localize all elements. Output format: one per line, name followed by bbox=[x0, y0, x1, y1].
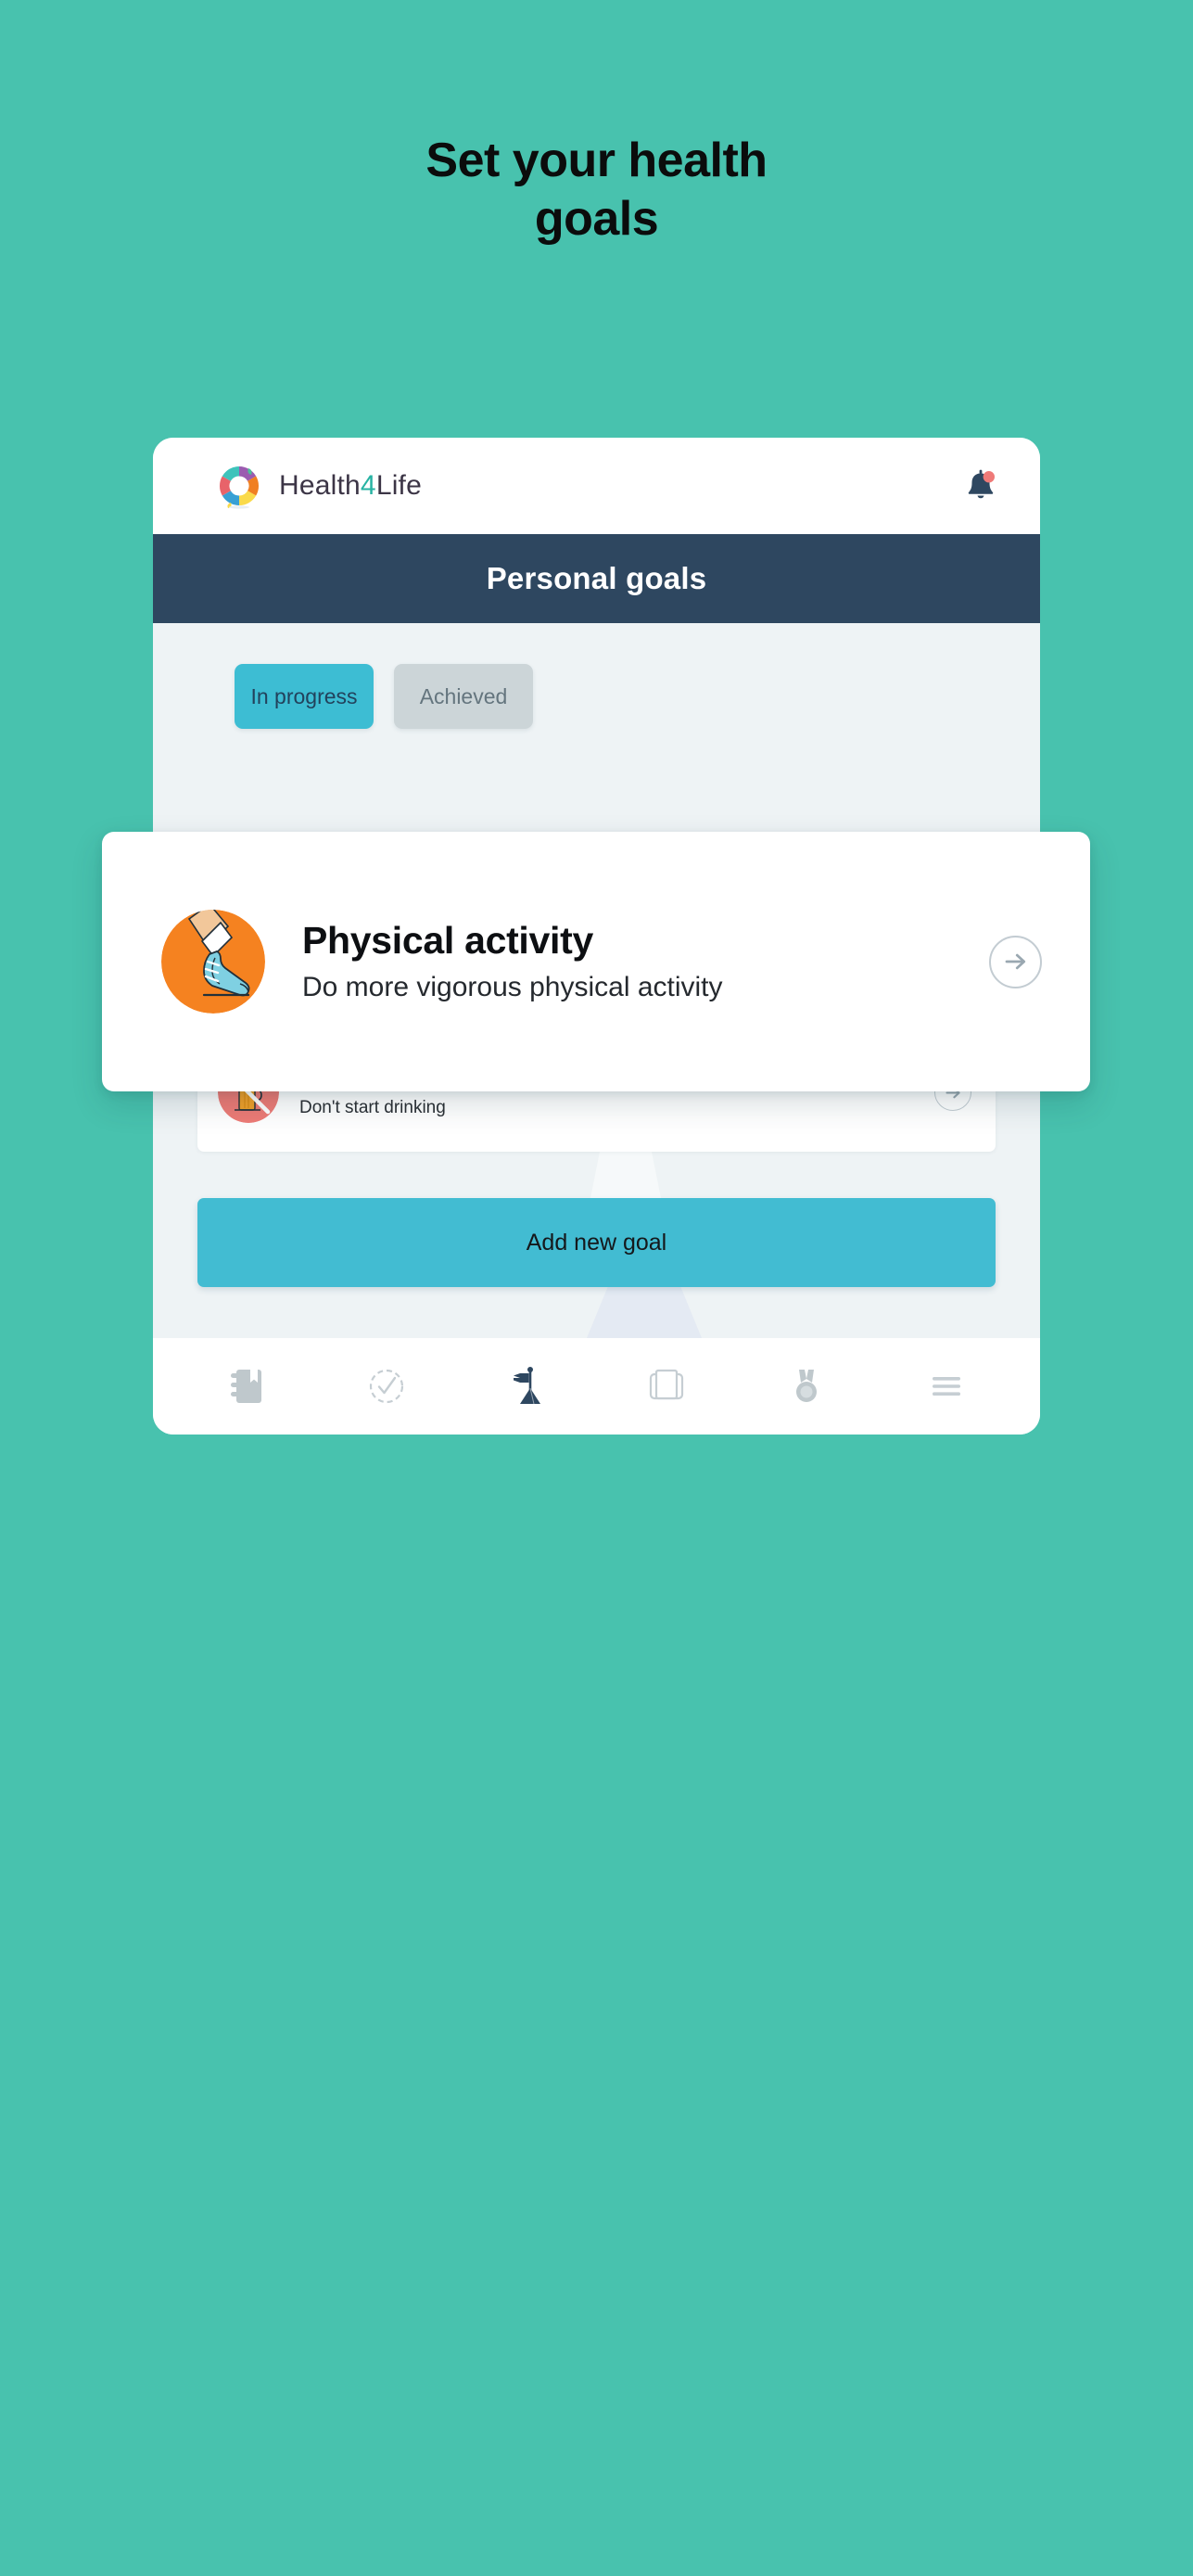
goal-card-physical-activity-text: Physical activity Do more vigorous physi… bbox=[302, 919, 989, 1003]
tab-in-progress-label: In progress bbox=[250, 683, 358, 708]
goal-card-alcohol-description: Don't start drinking bbox=[299, 1097, 446, 1117]
nav-item-tasks[interactable] bbox=[350, 1353, 423, 1420]
brand-name-accent: 4 bbox=[360, 470, 376, 501]
goal-card-physical-activity-description: Do more vigorous physical activity bbox=[302, 971, 723, 1002]
check-circle-icon bbox=[370, 1369, 404, 1404]
bottom-navigation bbox=[153, 1338, 1040, 1435]
goal-card-physical-activity[interactable]: Physical activity Do more vigorous physi… bbox=[102, 832, 1090, 1091]
nav-item-journal[interactable] bbox=[210, 1353, 283, 1420]
tab-in-progress[interactable]: In progress bbox=[235, 664, 374, 729]
medal-icon bbox=[795, 1370, 817, 1402]
brand-logo-group: Health4Life bbox=[214, 461, 422, 511]
tab-achieved[interactable]: Achieved bbox=[394, 664, 533, 729]
goal-status-tabs: In progress Achieved bbox=[153, 623, 1040, 729]
journal-icon bbox=[231, 1370, 262, 1403]
page-title-bar: Personal goals bbox=[153, 534, 1040, 623]
nav-item-achievements[interactable] bbox=[770, 1353, 843, 1420]
goal-card-physical-activity-title: Physical activity bbox=[302, 919, 593, 963]
brand-name: Health4Life bbox=[279, 470, 422, 502]
brand-name-part-2: Life bbox=[375, 470, 422, 501]
nav-item-menu[interactable] bbox=[910, 1353, 983, 1420]
tab-achieved-label: Achieved bbox=[419, 683, 508, 708]
nav-item-cards[interactable] bbox=[630, 1353, 703, 1420]
cards-stack-icon bbox=[649, 1369, 683, 1400]
notification-badge bbox=[983, 471, 995, 483]
notification-button[interactable] bbox=[957, 462, 1005, 510]
bell-icon bbox=[968, 469, 995, 499]
brand-name-part-1: Health bbox=[279, 470, 361, 501]
add-new-goal-button[interactable]: Add new goal bbox=[197, 1198, 996, 1287]
promo-headline: Set your health goals bbox=[0, 132, 1193, 249]
nav-item-goals[interactable] bbox=[490, 1353, 563, 1420]
running-shoe-icon bbox=[161, 910, 265, 1014]
goal-card-physical-activity-arrow-button[interactable] bbox=[989, 935, 1042, 988]
page-title: Personal goals bbox=[486, 561, 707, 595]
arrow-right-icon bbox=[1005, 953, 1025, 970]
promo-headline-line-2: goals bbox=[534, 192, 659, 247]
add-new-goal-label: Add new goal bbox=[526, 1229, 667, 1256]
hamburger-menu-icon bbox=[932, 1377, 960, 1396]
flag-goal-icon bbox=[514, 1367, 541, 1405]
app-header: Health4Life bbox=[153, 438, 1040, 534]
color-wheel-logo-icon bbox=[214, 461, 264, 511]
promo-headline-line-1: Set your health bbox=[425, 134, 768, 187]
add-goal-section: Add new goal bbox=[153, 1198, 1040, 1287]
